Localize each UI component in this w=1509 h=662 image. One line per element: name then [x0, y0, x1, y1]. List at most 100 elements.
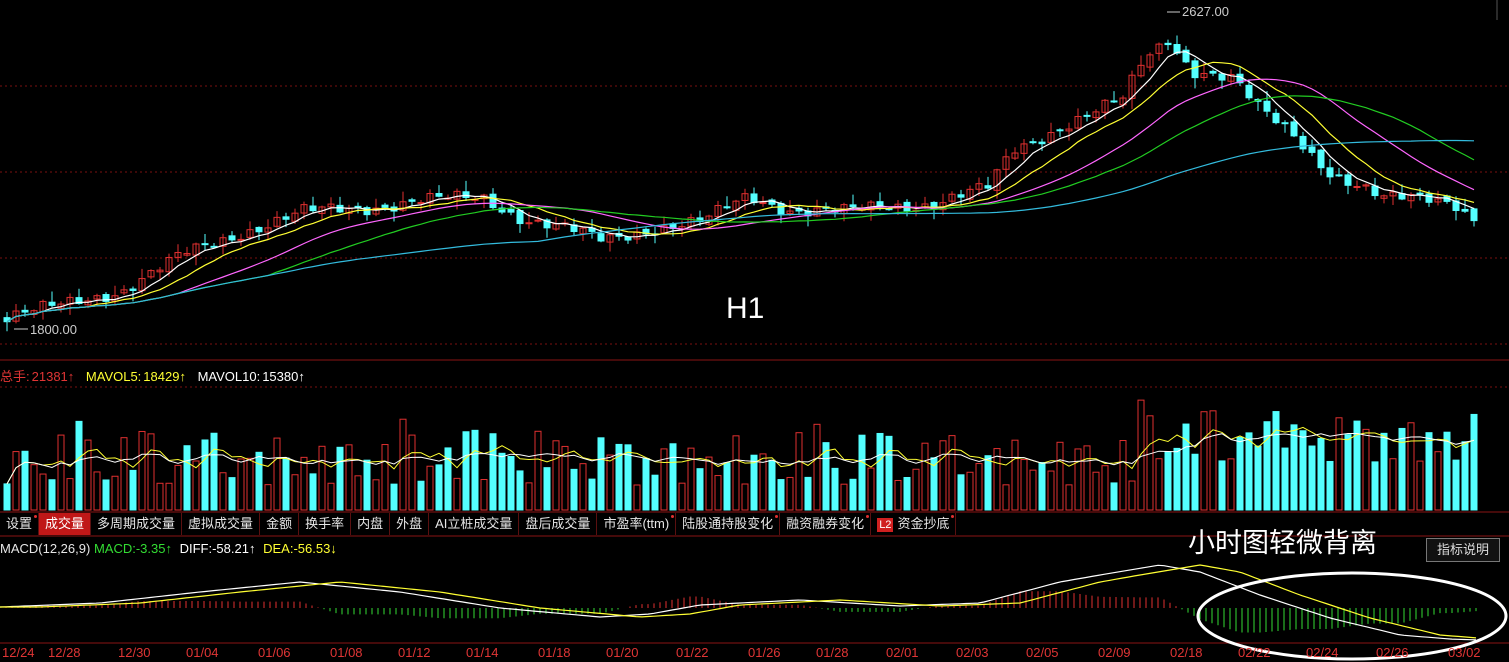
volume-bar [1083, 445, 1091, 511]
volume-bar [21, 450, 29, 511]
volume-bar [480, 479, 488, 511]
volume-bar [777, 479, 785, 511]
candle-body [777, 202, 785, 215]
tab-5[interactable]: 换手率 [299, 513, 352, 535]
volume-bar [588, 478, 596, 511]
tab-label: 内盘 [357, 516, 384, 531]
total-volume-label: 总手: [0, 369, 30, 384]
candle-body [309, 205, 317, 212]
candle-body [462, 191, 470, 198]
candle-body [1245, 84, 1253, 99]
volume-bar [966, 471, 974, 511]
volume-bar [1452, 459, 1460, 511]
volume-bar [984, 455, 992, 511]
volume-bar [1218, 460, 1226, 511]
tab-4[interactable]: 金额 [260, 513, 300, 535]
volume-bar [462, 431, 470, 511]
volume-bar [75, 420, 83, 511]
volume-bar [534, 430, 542, 511]
tab-3[interactable]: 虚拟成交量 [182, 513, 261, 535]
volume-bar [804, 476, 812, 511]
mavol5-value: 18429↑ [143, 369, 186, 384]
tab-dot-icon [951, 515, 955, 518]
tab-6[interactable]: 内盘 [351, 513, 391, 535]
candle-body [516, 210, 524, 225]
volume-bar [507, 455, 515, 511]
volume-bar [363, 459, 371, 511]
volume-bar [1002, 484, 1010, 511]
tab-2[interactable]: 多周期成交量 [91, 513, 183, 535]
date-tick: 02/26 [1376, 645, 1409, 660]
volume-bar [264, 484, 272, 511]
tab-8[interactable]: AI立桩成交量 [429, 513, 520, 535]
candle-body [759, 202, 767, 205]
volume-bar [1443, 431, 1451, 511]
date-tick: 02/03 [956, 645, 989, 660]
candle-body [408, 199, 416, 202]
date-tick: 02/24 [1306, 645, 1339, 660]
candle-body [1290, 121, 1298, 137]
volume-bar [1101, 465, 1109, 511]
volume-bar [1029, 469, 1037, 511]
candle-body [1038, 141, 1046, 145]
volume-bar [1047, 470, 1055, 511]
volume-bar [3, 483, 11, 511]
volume-bar [12, 451, 20, 511]
l2-badge: L2 [877, 518, 894, 532]
candle-body [849, 204, 857, 208]
volume-bar [1281, 447, 1289, 511]
volume-bar [651, 474, 659, 511]
dea-label: DEA: [263, 541, 294, 556]
volume-bar [1335, 417, 1343, 511]
tab-9[interactable]: 盘后成交量 [519, 513, 598, 535]
volume-bar [1434, 451, 1442, 511]
tab-12[interactable]: 融资融券变化 [780, 513, 872, 535]
tab-10[interactable]: 市盈率(ttm) [597, 513, 677, 535]
volume-bar [1380, 432, 1388, 511]
candle-body [1371, 185, 1379, 197]
tab-label: 资金抄底 [897, 516, 950, 531]
date-tick: 01/08 [330, 645, 363, 660]
volume-bar [768, 459, 776, 511]
candle-body [723, 206, 731, 209]
tab-13[interactable]: L2 资金抄底 [871, 513, 957, 535]
volume-bar [1245, 432, 1253, 511]
tab-dot-icon [34, 515, 38, 518]
volume-bar [354, 475, 362, 511]
volume-bar [1416, 460, 1424, 511]
volume-bar [426, 465, 434, 511]
date-tick: 01/06 [258, 645, 291, 660]
volume-bar [489, 433, 497, 511]
tab-label: AI立桩成交量 [435, 516, 513, 531]
tab-0[interactable]: 设置 [0, 513, 40, 535]
volume-indicator-header: 总手: 21381↑ MAVOL5: 18429↑ MAVOL10: 15380↑ [0, 366, 307, 385]
volume-bar [705, 456, 713, 511]
volume-bar [660, 448, 668, 511]
volume-bar [1344, 434, 1352, 511]
volume-bar [381, 444, 389, 511]
volume-bar [1056, 441, 1064, 511]
volume-bar [516, 470, 524, 511]
volume-bar [57, 434, 65, 511]
volume-bar [435, 464, 443, 511]
candle-body [597, 233, 605, 242]
mavol5-label: MAVOL5: [85, 369, 142, 384]
volume-bar [543, 467, 551, 511]
volume-bar [867, 467, 875, 511]
tab-7[interactable]: 外盘 [390, 513, 430, 535]
candle-body [1191, 60, 1199, 79]
volume-bar [129, 469, 137, 511]
volume-bar [174, 464, 182, 511]
candle-body [1164, 42, 1172, 46]
tab-11[interactable]: 陆股通持股变化 [676, 513, 781, 535]
divergence-annotation: 小时图轻微背离 [1188, 528, 1377, 558]
tab-1[interactable]: 成交量 [39, 513, 92, 535]
volume-bar [813, 423, 821, 511]
volume-bar [1173, 447, 1181, 511]
tab-label: 多周期成交量 [97, 516, 176, 531]
volume-bar [1191, 453, 1199, 511]
macd-series [0, 564, 1477, 641]
indicator-help-button[interactable]: 指标说明 [1426, 538, 1500, 562]
candle-body [1416, 192, 1424, 195]
date-tick: 12/30 [118, 645, 151, 660]
